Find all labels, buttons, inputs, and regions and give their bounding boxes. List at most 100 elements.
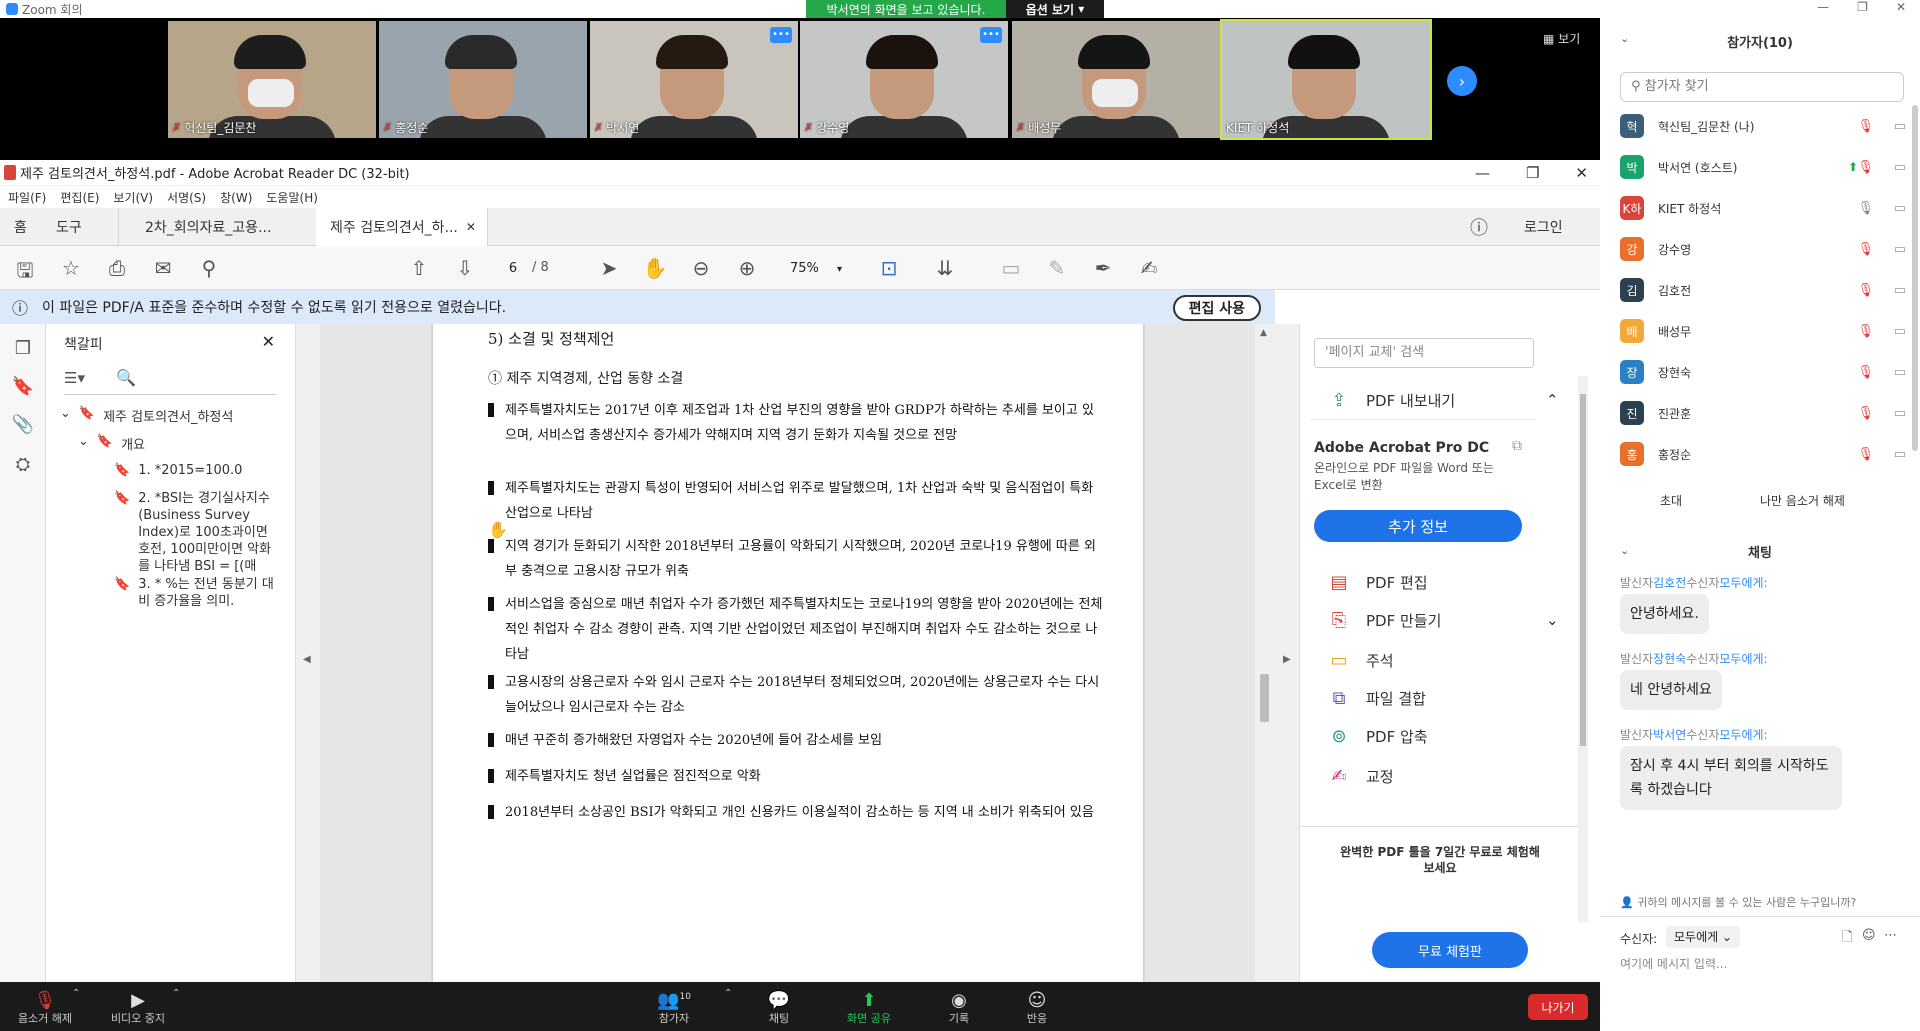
print-icon[interactable]: ⎙ [104,256,130,280]
save-icon[interactable]: 🖫 [12,256,38,290]
menu-item[interactable]: 서명(S) [167,189,206,206]
tile-more-button[interactable]: ••• [980,27,1002,43]
mic-muted-icon[interactable]: 🎙 [1857,119,1874,134]
tab-home[interactable]: 홈 [14,208,27,246]
scrollbar-thumb[interactable] [1260,674,1269,722]
menu-item[interactable]: 도움말(H) [266,189,318,206]
zoom-in-icon[interactable]: ⊕ [734,256,760,280]
video-off-icon[interactable]: ▭ [1894,324,1906,339]
more-info-button[interactable]: 추가 정보 [1314,510,1522,542]
participants-button[interactable]: 👥10 참가자 [646,990,702,1026]
unmute-me-button[interactable]: 나만 음소거 해제 [1760,492,1845,509]
bookmark-overview[interactable]: ⌄ 🔖 개요 [78,434,145,453]
sign-in-button[interactable]: 로그인 [1524,208,1563,246]
video-tile[interactable]: ••• ✗ 박서연 [590,21,798,138]
draw-icon[interactable]: ✒ [1090,256,1116,280]
enable-editing-button[interactable]: 편집 사용 [1172,295,1261,321]
participants-options-icon[interactable]: ⌃ [724,988,732,999]
previous-page-icon[interactable]: ⇧ [406,256,432,280]
recipient-select[interactable]: 모두에게 ⌄ [1666,926,1741,948]
video-off-icon[interactable]: ▭ [1894,406,1906,421]
tab-document-1[interactable]: 2차_회의자료_고용... [118,208,328,246]
next-page-button[interactable]: › [1447,66,1477,96]
video-tile[interactable]: ✗ 홍정순 [379,21,587,138]
star-icon[interactable]: ☆ [58,256,84,280]
mic-muted-icon[interactable]: 🎙 [1857,242,1874,257]
tab-tools[interactable]: 도구 [56,208,82,246]
bookmark-root[interactable]: ⌄ 🔖 제주 검토의견서_하정석 [60,406,233,425]
mic-muted-icon[interactable]: 🎙 [1857,365,1874,380]
email-icon[interactable]: ✉ [150,256,176,280]
document-scrollbar[interactable]: ▲ [1255,324,1275,982]
minimize-side-button[interactable]: — [1817,0,1829,14]
video-off-icon[interactable]: ▭ [1894,201,1906,216]
page-fit-icon[interactable]: ⊡ [876,256,902,280]
video-off-icon[interactable]: ▭ [1894,365,1906,380]
chat-message-input[interactable]: 여기에 메시지 입력... [1620,955,1727,972]
hand-tool-icon[interactable]: ✋ [642,256,668,280]
new-bookmark-icon[interactable]: 🔍 [116,368,136,387]
video-tile[interactable]: ✗ 배성무 [1012,21,1220,138]
page-number-input[interactable]: 6 [498,258,528,280]
popout-side-button[interactable]: ❐ [1857,0,1868,14]
participant-row[interactable]: 홍 홍정순 🎙 ▭ [1620,440,1910,468]
menu-item[interactable]: 창(W) [220,189,252,206]
search-icon[interactable]: ⚲ [196,256,222,280]
video-tile[interactable]: ••• ✗ 강수영 [800,21,1008,138]
tile-more-button[interactable]: ••• [770,27,792,43]
video-options-icon[interactable]: ⌃ [172,988,180,999]
mic-muted-icon[interactable]: 🎙 [1857,283,1874,298]
chat-button[interactable]: 💬 채팅 [754,990,804,1026]
tools-scrollbar[interactable] [1578,376,1588,922]
close-window-button[interactable]: ✕ [1575,164,1588,182]
document-view[interactable]: 5) 소결 및 정책제언 ① 제주 지역경제, 산업 동향 소결 제주특별자치도… [320,324,1275,982]
zoom-level-select[interactable]: 75% ▾ [780,258,852,280]
participant-search-input[interactable]: ⚲ 참가자 찾기 [1620,72,1904,102]
tool-item[interactable]: ▭ 주석 [1326,648,1393,672]
participant-row[interactable]: 진 진관훈 🎙 ▭ [1620,399,1910,427]
file-icon[interactable]: 🗋 [1842,928,1852,950]
tool-item[interactable]: ⧉ 파일 결합 [1326,686,1426,710]
bookmark-item[interactable]: 🔖 2. *BSI는 경기실사지수(Business Survey Index)로… [114,490,274,575]
bookmark-item[interactable]: 🔖 3. * %는 전년 동분기 대비 증가율을 의미. [114,576,274,610]
zoom-out-icon[interactable]: ⊖ [688,256,714,280]
close-panel-icon[interactable]: ✕ [262,332,275,351]
export-pdf-tool[interactable]: ⇪ PDF 내보내기 ⌃ [1326,388,1558,412]
comment-icon[interactable]: ▭ [998,256,1024,280]
minimize-button[interactable]: — [1475,164,1490,182]
participant-row[interactable]: 혁 혁신팀_김문찬 (나) 🎙 ▭ [1620,112,1910,140]
mic-muted-icon[interactable]: 🎙 [1857,324,1874,339]
menu-item[interactable]: 파일(F) [8,189,46,206]
more-options-icon[interactable]: ⋯ [1884,928,1897,943]
participants-scrollbar[interactable] [1912,105,1918,451]
participant-row[interactable]: 배 배성무 🎙 ▭ [1620,317,1910,345]
mic-muted-icon[interactable]: 🎙 [1857,406,1874,421]
tab-document-2[interactable]: 제주 검토의견서_하... ✕ [316,208,488,246]
tool-item[interactable]: ⎘ PDF 만들기 ⌄ [1326,608,1559,632]
participant-row[interactable]: 박 박서연 (호스트) ⬆ 🎙 ▭ [1620,153,1910,181]
attachments-icon[interactable]: 📎 [10,414,36,435]
highlight-icon[interactable]: ✎ [1044,256,1070,280]
maximize-button[interactable]: ❐ [1526,164,1539,182]
close-tab-icon[interactable]: ✕ [466,220,476,234]
participant-row[interactable]: 장 장현숙 🎙 ▭ [1620,358,1910,386]
who-can-see-text[interactable]: 👤 귀하의 메시지를 볼 수 있는 사람은 누구입니까? [1620,894,1856,910]
video-tile[interactable]: ✗ 혁신팀_김문찬 [168,21,376,138]
sign-icon[interactable]: ✍ [1136,256,1162,280]
video-off-icon[interactable]: ▭ [1894,283,1906,298]
bookmark-options-icon[interactable]: ☰▾ [64,369,85,387]
view-options-button[interactable]: 옵션 보기 ▾ [1006,0,1104,18]
tool-item[interactable]: ▤ PDF 편집 [1326,570,1427,594]
tool-item[interactable]: ⊚ PDF 압축 [1326,724,1427,748]
participant-row[interactable]: 강 강수영 🎙 ▭ [1620,235,1910,263]
collapse-right-pane[interactable]: ▶ [1275,324,1299,982]
emoji-icon[interactable]: ☺ [1862,928,1876,943]
scroll-mode-icon[interactable]: ⇊ [932,256,958,280]
participant-row[interactable]: 김 김호전 🎙 ▭ [1620,276,1910,304]
next-page-icon[interactable]: ⇩ [452,256,478,280]
mic-icon[interactable]: 🎙 [1857,201,1874,216]
video-tile[interactable]: KIET 하정석 [1220,19,1432,140]
bookmarks-icon[interactable]: 🔖 [10,376,36,397]
bookmark-item[interactable]: 🔖 1. *2015=100.0 [114,462,274,479]
leave-meeting-button[interactable]: 나가기 [1528,994,1588,1020]
